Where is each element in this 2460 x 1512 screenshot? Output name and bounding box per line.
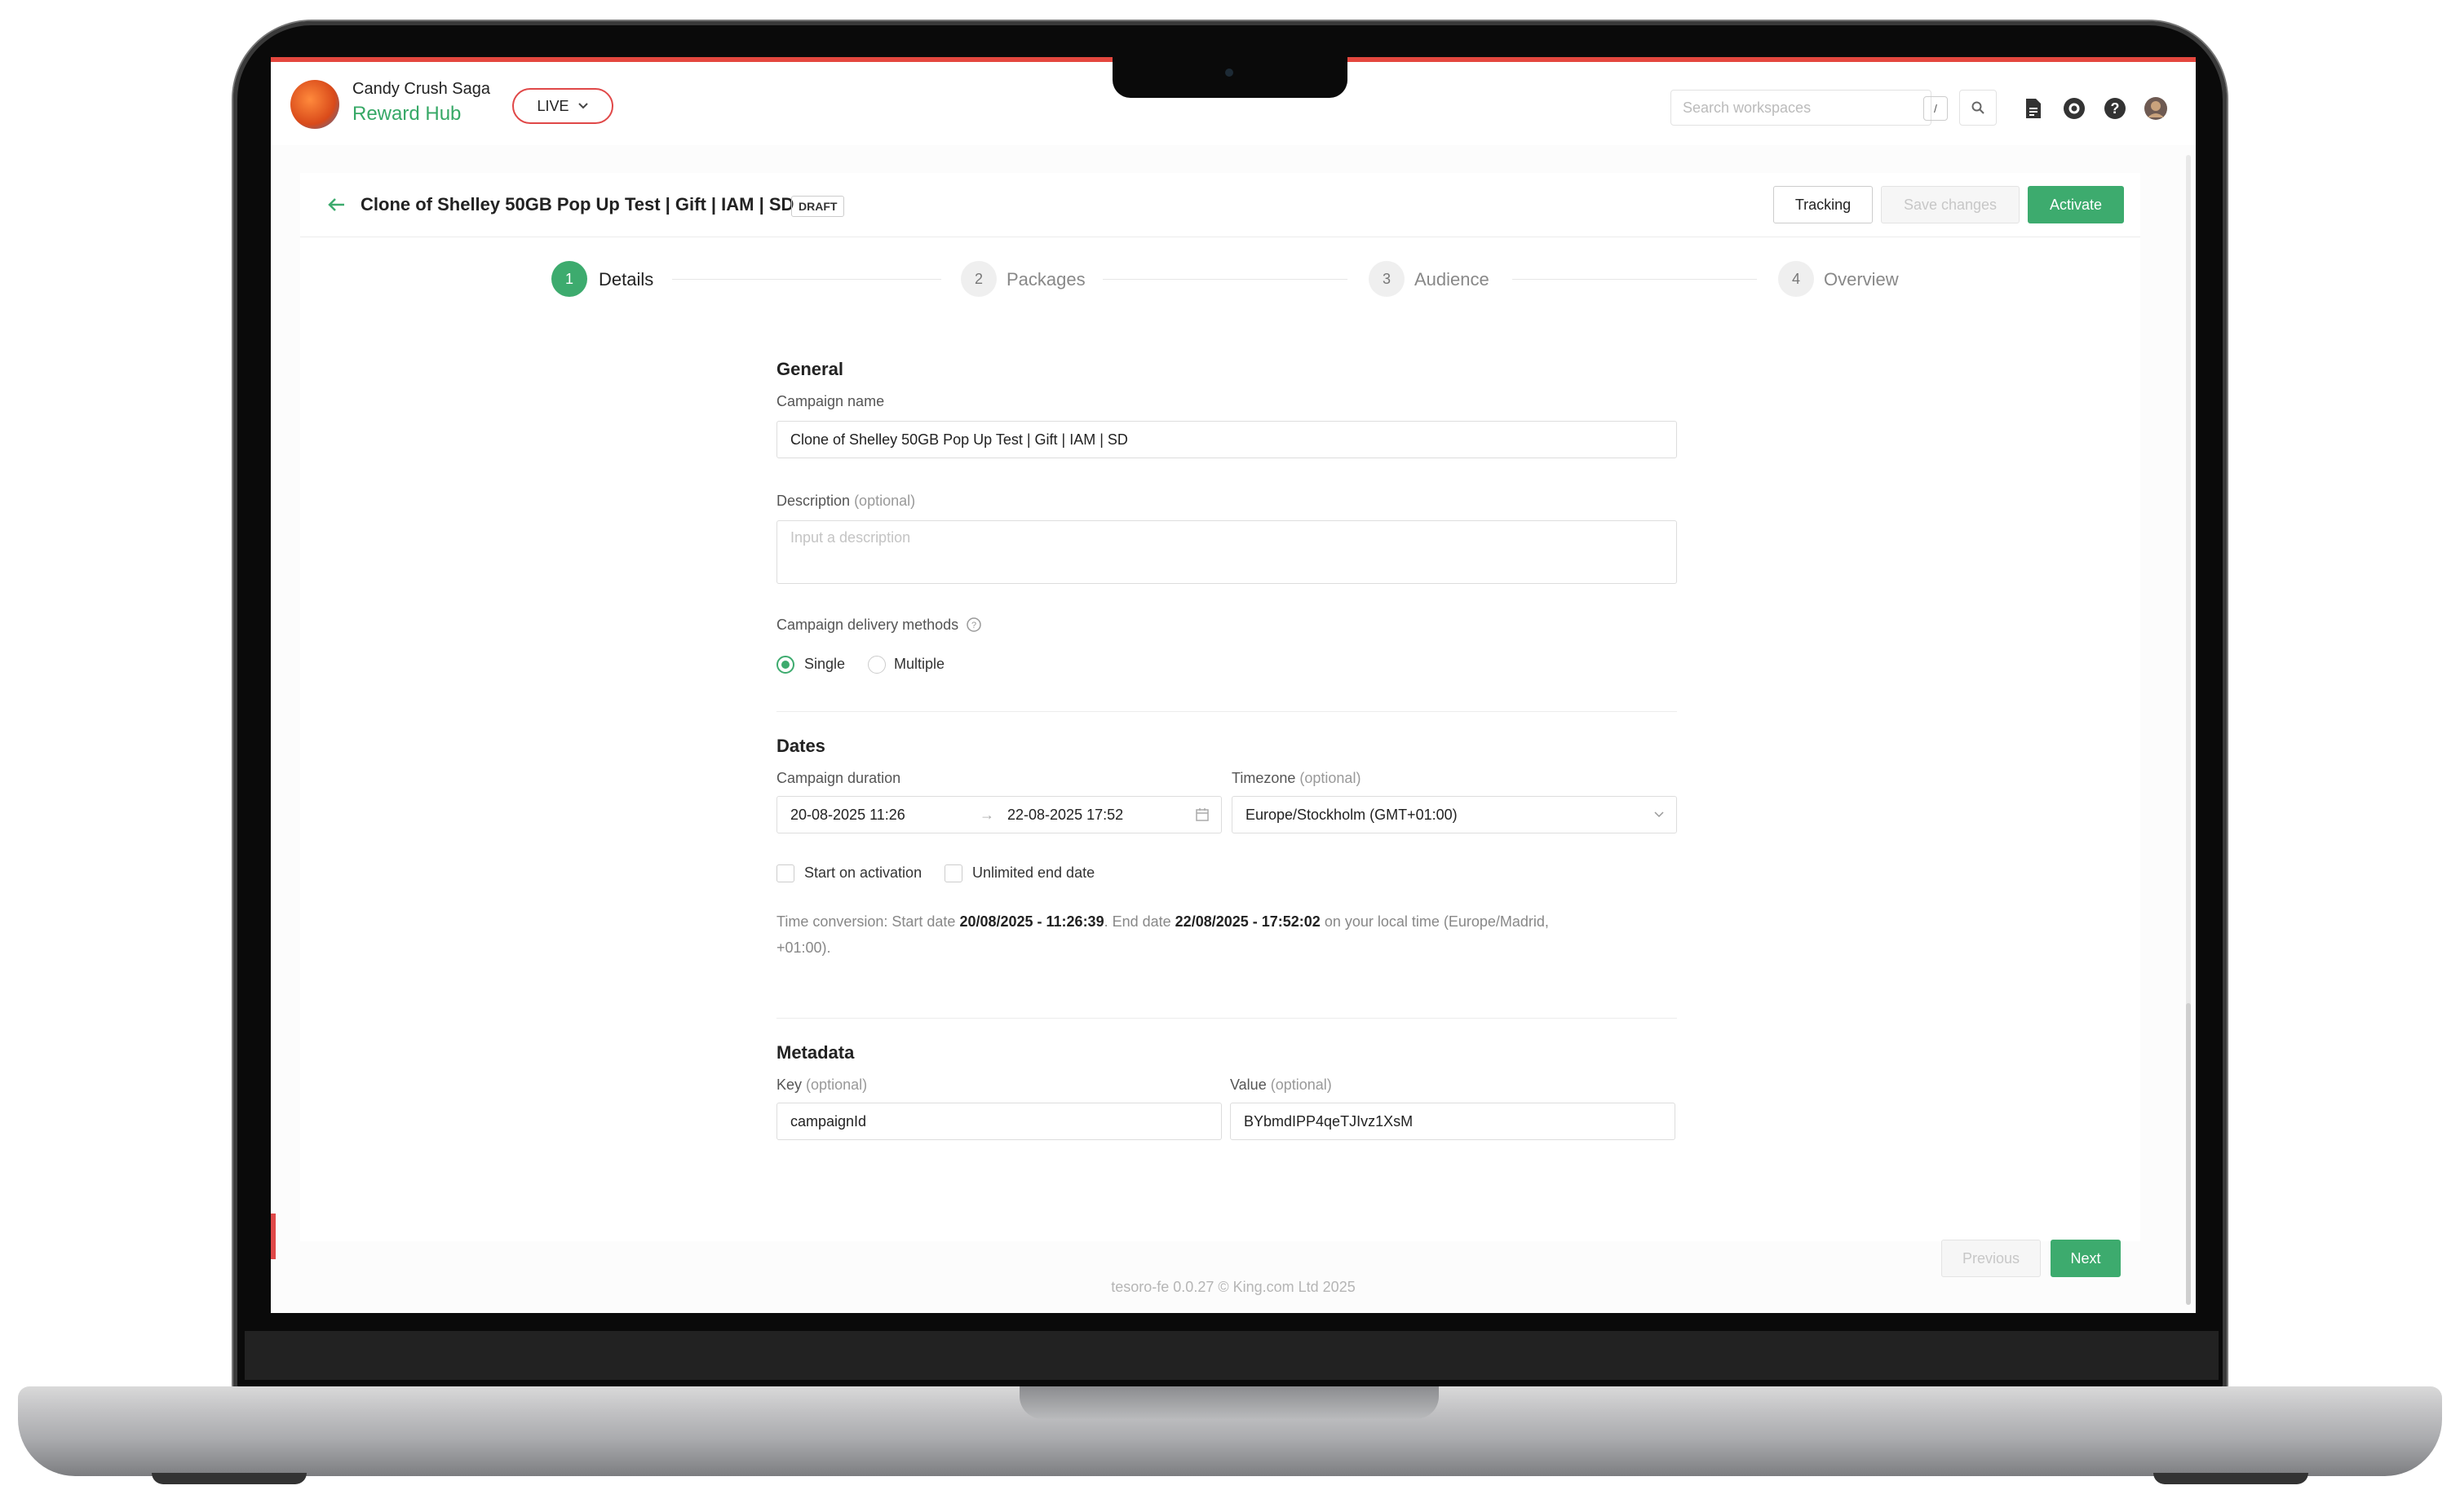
app-name: Reward Hub [352, 103, 462, 125]
laptop-hinge-notch [1020, 1386, 1439, 1419]
step-3-number[interactable]: 3 [1369, 261, 1405, 297]
start-date[interactable]: 20-08-2025 11:26 [790, 807, 905, 824]
page-header: Clone of Shelley 50GB Pop Up Test | Gift… [300, 173, 2140, 237]
laptop-chin [245, 1331, 2219, 1380]
environment-label: LIVE [537, 97, 569, 114]
section-divider [776, 711, 1677, 712]
save-changes-button[interactable]: Save changes [1881, 186, 2020, 223]
calendar-icon[interactable] [1195, 807, 1210, 822]
step-4-number[interactable]: 4 [1778, 261, 1814, 297]
search-shortcut-hint: / [1923, 96, 1948, 121]
step-connector [672, 279, 941, 280]
dates-section-title: Dates [776, 736, 825, 756]
radio-single-label: Single [804, 656, 846, 672]
game-name: Candy Crush Saga [352, 80, 490, 98]
step-details[interactable]: Details [599, 269, 653, 290]
section-divider [776, 1018, 1677, 1019]
timezone-value: Europe/Stockholm (GMT+01:00) [1245, 806, 1458, 823]
step-1-number[interactable]: 1 [551, 261, 587, 297]
step-connector [1512, 279, 1757, 280]
chevron-down-icon [577, 103, 588, 109]
timezone-label: Timezone (optional) [1232, 770, 1361, 786]
step-audience[interactable]: Audience [1414, 269, 1489, 290]
next-button[interactable]: Next [2051, 1240, 2121, 1277]
activate-button[interactable]: Activate [2028, 186, 2124, 223]
search-input[interactable]: Search workspaces [1670, 90, 1931, 126]
radio-multiple-label: Multiple [894, 656, 945, 672]
user-avatar[interactable] [2144, 96, 2168, 121]
description-textarea[interactable]: Input a description [776, 520, 1677, 584]
metadata-value-label: Value (optional) [1230, 1077, 1332, 1093]
range-arrow: → [980, 806, 994, 823]
metadata-key-input[interactable]: campaignId [776, 1103, 1222, 1140]
start-on-activation-checkbox[interactable] [776, 864, 794, 882]
description-label: Description (optional) [776, 493, 916, 509]
back-arrow-icon[interactable] [325, 192, 349, 217]
tracking-button[interactable]: Tracking [1773, 186, 1873, 223]
search-icon [1971, 101, 1984, 114]
radio-single[interactable] [776, 656, 794, 674]
time-conversion-note: Time conversion: Start date 20/08/2025 -… [776, 913, 1549, 956]
date-range-picker[interactable]: 20-08-2025 11:26 → 22-08-2025 17:52 [776, 796, 1222, 833]
unlimited-end-date-label: Unlimited end date [972, 864, 1095, 881]
scrollbar-thumb[interactable] [2186, 1003, 2191, 1305]
previous-button[interactable]: Previous [1941, 1240, 2041, 1277]
campaign-name-input[interactable]: Clone of Shelley 50GB Pop Up Test | Gift… [776, 421, 1677, 458]
status-badge: DRAFT [791, 196, 845, 217]
metadata-section-title: Metadata [776, 1042, 855, 1063]
svg-text:?: ? [2111, 100, 2120, 117]
camera-notch [1113, 57, 1347, 98]
search-button[interactable] [1959, 90, 1997, 126]
step-2-number[interactable]: 2 [961, 261, 997, 297]
svg-text:?: ? [971, 621, 976, 630]
step-connector [1103, 279, 1347, 280]
campaign-editor-card: Clone of Shelley 50GB Pop Up Test | Gift… [300, 173, 2140, 1277]
laptop-foot-left [152, 1473, 307, 1484]
footer-version: tesoro-fe 0.0.27 © King.com Ltd 2025 [1111, 1279, 1356, 1295]
campaign-duration-label: Campaign duration [776, 770, 901, 786]
step-packages[interactable]: Packages [1007, 269, 1086, 290]
camera-lens [1225, 69, 1233, 77]
start-on-activation-label: Start on activation [804, 864, 922, 881]
metadata-value-input[interactable]: BYbmdIPP4qeTJIvz1XsM [1230, 1103, 1675, 1140]
page-title: Clone of Shelley 50GB Pop Up Test | Gift… [361, 194, 794, 214]
screen: Candy Crush Saga Reward Hub LIVE Search … [271, 57, 2196, 1313]
environment-dropdown[interactable]: LIVE [512, 88, 613, 124]
left-edge-indicator [271, 1214, 276, 1259]
laptop-foot-right [2153, 1473, 2308, 1484]
help-icon[interactable]: ? [2103, 96, 2127, 121]
stepper: 1 Details 2 Packages 3 Audience 4 Overvi… [300, 254, 2140, 303]
metadata-key-label: Key (optional) [776, 1077, 868, 1093]
game-logo[interactable] [290, 80, 339, 129]
radio-multiple[interactable] [868, 656, 886, 674]
campaign-name-label: Campaign name [776, 393, 885, 409]
info-icon[interactable]: ? [966, 617, 982, 633]
timezone-select[interactable]: Europe/Stockholm (GMT+01:00) [1232, 796, 1677, 833]
settings-icon[interactable] [2062, 96, 2086, 121]
unlimited-end-date-checkbox[interactable] [945, 864, 962, 882]
end-date[interactable]: 22-08-2025 17:52 [1007, 807, 1123, 824]
document-icon[interactable] [2021, 96, 2046, 121]
general-section-title: General [776, 359, 843, 379]
delivery-methods-label: Campaign delivery methods ? [776, 617, 982, 634]
chevron-down-icon [1654, 811, 1664, 818]
step-overview[interactable]: Overview [1824, 269, 1899, 290]
